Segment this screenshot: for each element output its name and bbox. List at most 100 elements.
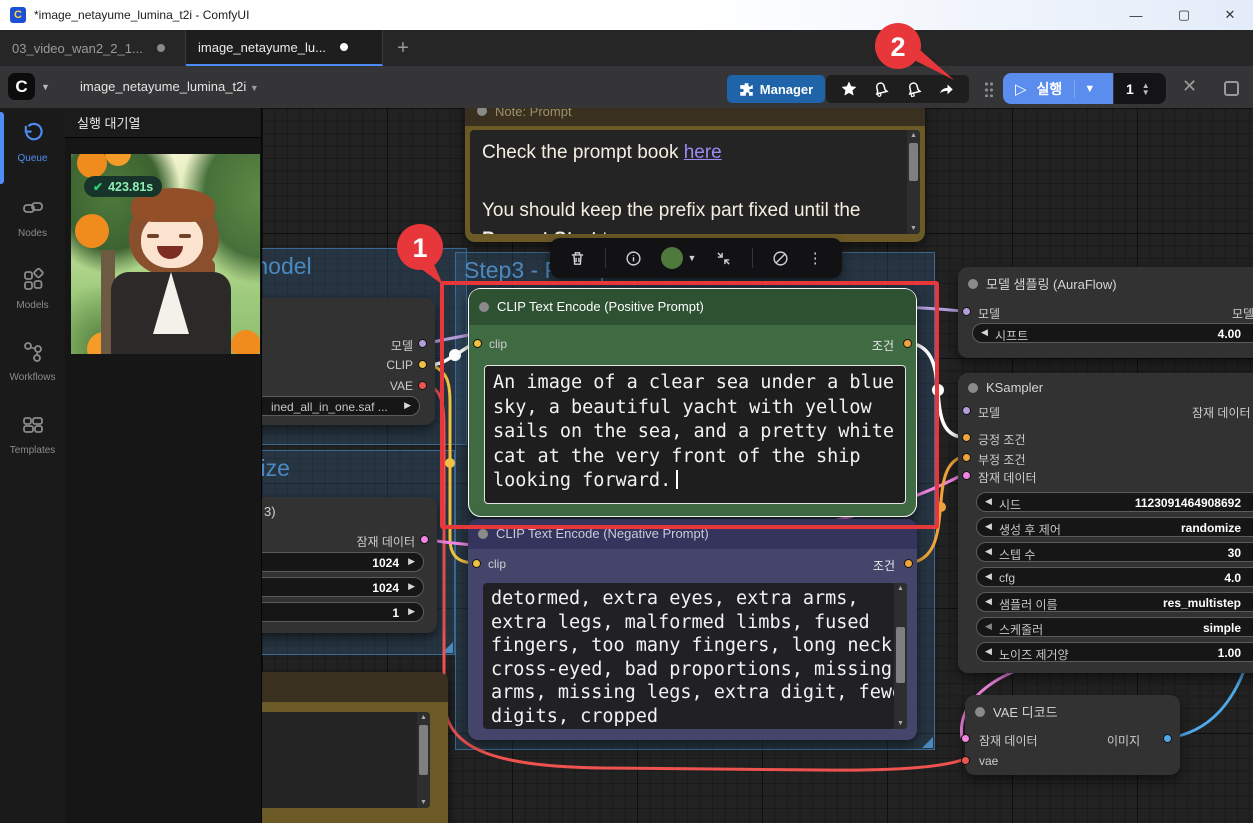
input-dot-negative[interactable] — [962, 453, 971, 462]
collapse-dot[interactable] — [478, 529, 488, 539]
bell-icon[interactable] — [870, 78, 892, 100]
tab-image-netayume[interactable]: image_netayume_lu... — [186, 30, 383, 66]
node-model-sampling-auraflow[interactable]: 모델 샘플링 (AuraFlow) 모델 모델 ◀ 시프트 4.00 — [958, 267, 1253, 358]
toolbar-drag-handle[interactable] — [984, 81, 994, 97]
share-icon[interactable] — [937, 80, 955, 98]
scroll-up-icon[interactable]: ▲ — [419, 714, 429, 721]
sidebar-item-queue[interactable]: Queue — [0, 122, 65, 164]
comfyui-logo-menu[interactable]: C — [8, 73, 35, 100]
scrollbar-thumb[interactable] — [909, 143, 918, 181]
scrollbar[interactable]: ▲ ▼ — [894, 583, 907, 729]
workflow-name-dropdown[interactable]: image_netayume_lumina_t2i ▼ — [80, 79, 259, 94]
scrollbar-thumb[interactable] — [896, 627, 905, 683]
steps-widget[interactable]: ◀ 스텝 수 30 — [976, 542, 1253, 562]
node-note-top[interactable]: Note: Prompt Check the prompt book here … — [465, 108, 925, 242]
scroll-down-icon[interactable]: ▼ — [896, 720, 906, 727]
wire-dot[interactable] — [936, 502, 946, 512]
group-resize-handle[interactable] — [442, 642, 453, 653]
scroll-down-icon[interactable]: ▼ — [419, 799, 429, 806]
prev-arrow-icon[interactable]: ◀ — [981, 327, 988, 338]
delete-icon[interactable] — [569, 250, 586, 267]
prev-arrow-icon[interactable]: ◀ — [985, 546, 992, 557]
output-dot-latent[interactable] — [420, 535, 429, 544]
collapse-dot[interactable] — [968, 279, 978, 289]
scroll-up-icon[interactable]: ▲ — [896, 585, 906, 592]
prev-arrow-icon[interactable]: ◀ — [985, 646, 992, 657]
decrement-icon[interactable]: ▼ — [1142, 89, 1150, 96]
sidebar-item-nodes[interactable]: Nodes — [0, 196, 65, 239]
sampler-name-widget[interactable]: ◀ 샘플러 이름 res_multistep — [976, 592, 1253, 612]
new-tab-button[interactable]: + — [383, 30, 423, 66]
prev-arrow-icon[interactable]: ◀ — [985, 571, 992, 582]
collapse-dot[interactable] — [975, 707, 985, 717]
sidebar-item-models[interactable]: Models — [0, 268, 65, 311]
height-widget[interactable]: 1024 ▶ — [262, 577, 424, 597]
negative-prompt-text[interactable]: detormed, extra eyes, extra arms, extra … — [483, 583, 907, 729]
collapse-dot[interactable] — [968, 383, 978, 393]
more-options-icon[interactable]: ⋮ — [808, 249, 823, 267]
node-empty-latent[interactable]: 3) 잠재 데이터 1024 ▶ 1024 ▶ 1 ▶ — [262, 497, 437, 633]
input-dot-latent[interactable] — [961, 734, 970, 743]
star-icon[interactable] — [840, 80, 858, 98]
node-note-bottom[interactable]: est at you can try -x1536 ▲ ▼ — [262, 672, 448, 823]
next-arrow-icon[interactable]: ▶ — [408, 581, 415, 592]
denoise-widget[interactable]: ◀ 노이즈 제거양 1.00 — [976, 642, 1253, 662]
width-widget[interactable]: 1024 ▶ — [262, 552, 424, 572]
manager-button[interactable]: Manager — [727, 75, 825, 103]
info-icon[interactable] — [625, 250, 642, 267]
positive-prompt-text[interactable]: An image of a clear sea under a blue sky… — [485, 366, 905, 499]
ckpt-name-widget[interactable]: ined_all_in_one.saf ... ▶ — [262, 396, 420, 416]
cancel-run-icon[interactable]: ✕ — [1182, 76, 1197, 97]
next-arrow-icon[interactable]: ▶ — [408, 606, 415, 617]
node-color-picker[interactable]: ▼ — [661, 247, 696, 269]
scrollbar[interactable]: ▲ ▼ — [417, 712, 430, 808]
next-arrow-icon[interactable]: ▶ — [408, 556, 415, 567]
queue-thumbnail[interactable]: ✔ 423.81s — [71, 154, 260, 354]
scrollbar-thumb[interactable] — [419, 725, 428, 775]
input-dot-model[interactable] — [962, 406, 971, 415]
node-graph-canvas[interactable]: model size Step3 - Prompt — [262, 108, 1253, 823]
batch-widget[interactable]: 1 ▶ — [262, 602, 424, 622]
bell-alt-icon[interactable] — [903, 78, 925, 100]
node-clip-negative[interactable]: CLIP Text Encode (Negative Prompt) clip … — [468, 519, 917, 740]
next-arrow-icon[interactable]: ▶ — [404, 400, 411, 411]
output-dot-vae[interactable] — [418, 381, 427, 390]
stop-icon[interactable] — [1224, 81, 1239, 96]
cfg-widget[interactable]: ◀ cfg 4.0 — [976, 567, 1253, 587]
prev-arrow-icon[interactable]: ◀ — [985, 621, 992, 632]
shift-widget[interactable]: ◀ 시프트 4.00 — [972, 323, 1253, 343]
minimize-button[interactable]: — — [1113, 0, 1159, 30]
input-dot-latent[interactable] — [962, 471, 971, 480]
prev-arrow-icon[interactable]: ◀ — [985, 521, 992, 532]
collapse-dot[interactable] — [479, 302, 489, 312]
input-dot-positive[interactable] — [962, 433, 971, 442]
collapse-dot[interactable] — [477, 108, 487, 116]
group-resize-handle[interactable] — [922, 737, 933, 748]
sidebar-item-templates[interactable]: Templates — [0, 413, 65, 456]
tab-03-video-wan[interactable]: 03_video_wan2_2_1... — [0, 30, 186, 66]
collapse-icon[interactable] — [715, 250, 732, 267]
output-dot-cond[interactable] — [904, 559, 913, 568]
prev-arrow-icon[interactable]: ◀ — [985, 496, 992, 507]
bypass-icon[interactable] — [772, 250, 789, 267]
output-dot-clip[interactable] — [418, 360, 427, 369]
node-vae-decode[interactable]: VAE 디코드 잠재 데이터 이미지 vae — [965, 695, 1180, 775]
output-dot-image[interactable] — [1163, 734, 1172, 743]
note-text[interactable]: Check the prompt book here You should ke… — [470, 130, 920, 234]
node-checkpoint-loader[interactable]: 모델 CLIP VAE ined_all_in_one.saf ... ▶ — [262, 298, 435, 425]
note-text[interactable]: est at you can try -x1536 — [262, 712, 430, 799]
scroll-up-icon[interactable]: ▲ — [909, 132, 919, 139]
output-dot-cond[interactable] — [903, 339, 912, 348]
input-dot-clip[interactable] — [473, 339, 482, 348]
run-button[interactable]: ▷ 실행 ▼ — [1003, 73, 1113, 104]
control-after-generate-widget[interactable]: ◀ 생성 후 제어 randomize — [976, 517, 1253, 537]
prompt-book-link[interactable]: here — [684, 142, 722, 163]
input-dot-clip[interactable] — [472, 559, 481, 568]
node-ksampler[interactable]: KSampler 모델 잠재 데이터 긍정 조건 부정 조건 잠재 데이터 ◀ … — [958, 373, 1253, 673]
output-dot-model[interactable] — [418, 339, 427, 348]
scroll-down-icon[interactable]: ▼ — [909, 225, 919, 232]
chevron-down-icon[interactable]: ▼ — [1084, 83, 1095, 95]
input-dot-vae[interactable] — [961, 756, 970, 765]
node-clip-positive[interactable]: CLIP Text Encode (Positive Prompt) clip … — [468, 288, 917, 517]
input-dot-model[interactable] — [962, 307, 971, 316]
